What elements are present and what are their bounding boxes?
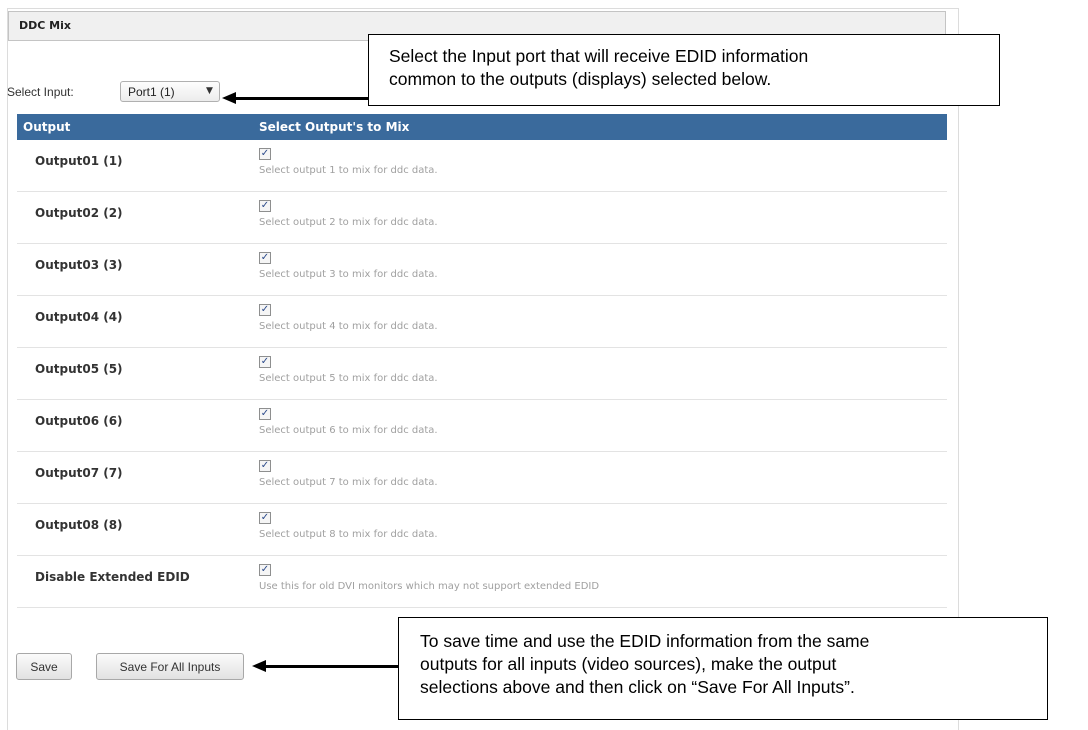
mix-checkbox[interactable]: ✓ (259, 512, 271, 524)
chevron-down-icon: ▼ (206, 86, 213, 96)
output-name: Disable Extended EDID (35, 570, 190, 584)
output-description: Select output 8 to mix for ddc data. (259, 529, 438, 540)
input-port-callout: Select the Input port that will receive … (368, 34, 1000, 106)
output-name: Output06 (6) (35, 414, 123, 428)
table-row: Disable Extended EDID ✓ Use this for old … (17, 555, 947, 608)
callout-line: common to the outputs (displays) selecte… (389, 69, 772, 89)
table-row: Output07 (7) ✓ Select output 7 to mix for… (17, 451, 947, 504)
output-description: Use this for old DVI monitors which may … (259, 581, 600, 592)
output-description: Select output 5 to mix for ddc data. (259, 373, 438, 384)
arrow-left-icon (252, 660, 266, 672)
select-value: Port1 (1) (128, 85, 175, 99)
output-description: Select output 2 to mix for ddc data. (259, 217, 438, 228)
table-row: Output06 (6) ✓ Select output 6 to mix for… (17, 399, 947, 452)
mix-checkbox[interactable]: ✓ (259, 304, 271, 316)
header-output: Output (17, 114, 253, 140)
output-name: Output02 (2) (35, 206, 123, 220)
mix-checkbox[interactable]: ✓ (259, 356, 271, 368)
output-description: Select output 6 to mix for ddc data. (259, 425, 438, 436)
callout-line: selections above and then click on “Save… (420, 677, 855, 697)
disable-extended-edid-checkbox[interactable]: ✓ (259, 564, 271, 576)
output-description: Select output 1 to mix for ddc data. (259, 165, 438, 176)
table-header-row: Output Select Output's to Mix (17, 114, 947, 140)
callout-line: To save time and use the EDID informatio… (420, 631, 870, 651)
callout-arrow-line (232, 97, 368, 100)
select-input-label: Select Input: (7, 85, 74, 99)
mix-checkbox[interactable]: ✓ (259, 200, 271, 212)
callout-arrow-line (262, 665, 398, 668)
output-name: Output01 (1) (35, 154, 123, 168)
mix-checkbox[interactable]: ✓ (259, 148, 271, 160)
output-name: Output07 (7) (35, 466, 123, 480)
mix-checkbox[interactable]: ✓ (259, 408, 271, 420)
table-row: Output05 (5) ✓ Select output 5 to mix for… (17, 347, 947, 400)
output-name: Output04 (4) (35, 310, 123, 324)
table-row: Output03 (3) ✓ Select output 3 to mix for… (17, 243, 947, 296)
callout-line: outputs for all inputs (video sources), … (420, 654, 837, 674)
panel-title: DDC Mix (19, 19, 71, 32)
save-all-callout: To save time and use the EDID informatio… (398, 617, 1048, 720)
output-description: Select output 7 to mix for ddc data. (259, 477, 438, 488)
header-select-outputs: Select Output's to Mix (253, 114, 947, 140)
mix-checkbox[interactable]: ✓ (259, 460, 271, 472)
callout-line: Select the Input port that will receive … (389, 46, 809, 66)
table-row: Output01 (1) ✓ Select output 1 to mix for… (17, 140, 947, 192)
save-button[interactable]: Save (16, 653, 72, 680)
input-port-select[interactable]: Port1 (1) ▼ (120, 81, 220, 102)
mix-checkbox[interactable]: ✓ (259, 252, 271, 264)
table-row: Output04 (4) ✓ Select output 4 to mix for… (17, 295, 947, 348)
output-description: Select output 4 to mix for ddc data. (259, 321, 438, 332)
output-description: Select output 3 to mix for ddc data. (259, 269, 438, 280)
arrow-left-icon (222, 92, 236, 104)
output-name: Output05 (5) (35, 362, 123, 376)
output-name: Output08 (8) (35, 518, 123, 532)
table-row: Output08 (8) ✓ Select output 8 to mix for… (17, 503, 947, 556)
output-name: Output03 (3) (35, 258, 123, 272)
table-row: Output02 (2) ✓ Select output 2 to mix for… (17, 191, 947, 244)
output-mix-table: Output Select Output's to Mix Output01 (… (17, 114, 947, 608)
save-for-all-inputs-button[interactable]: Save For All Inputs (96, 653, 244, 680)
